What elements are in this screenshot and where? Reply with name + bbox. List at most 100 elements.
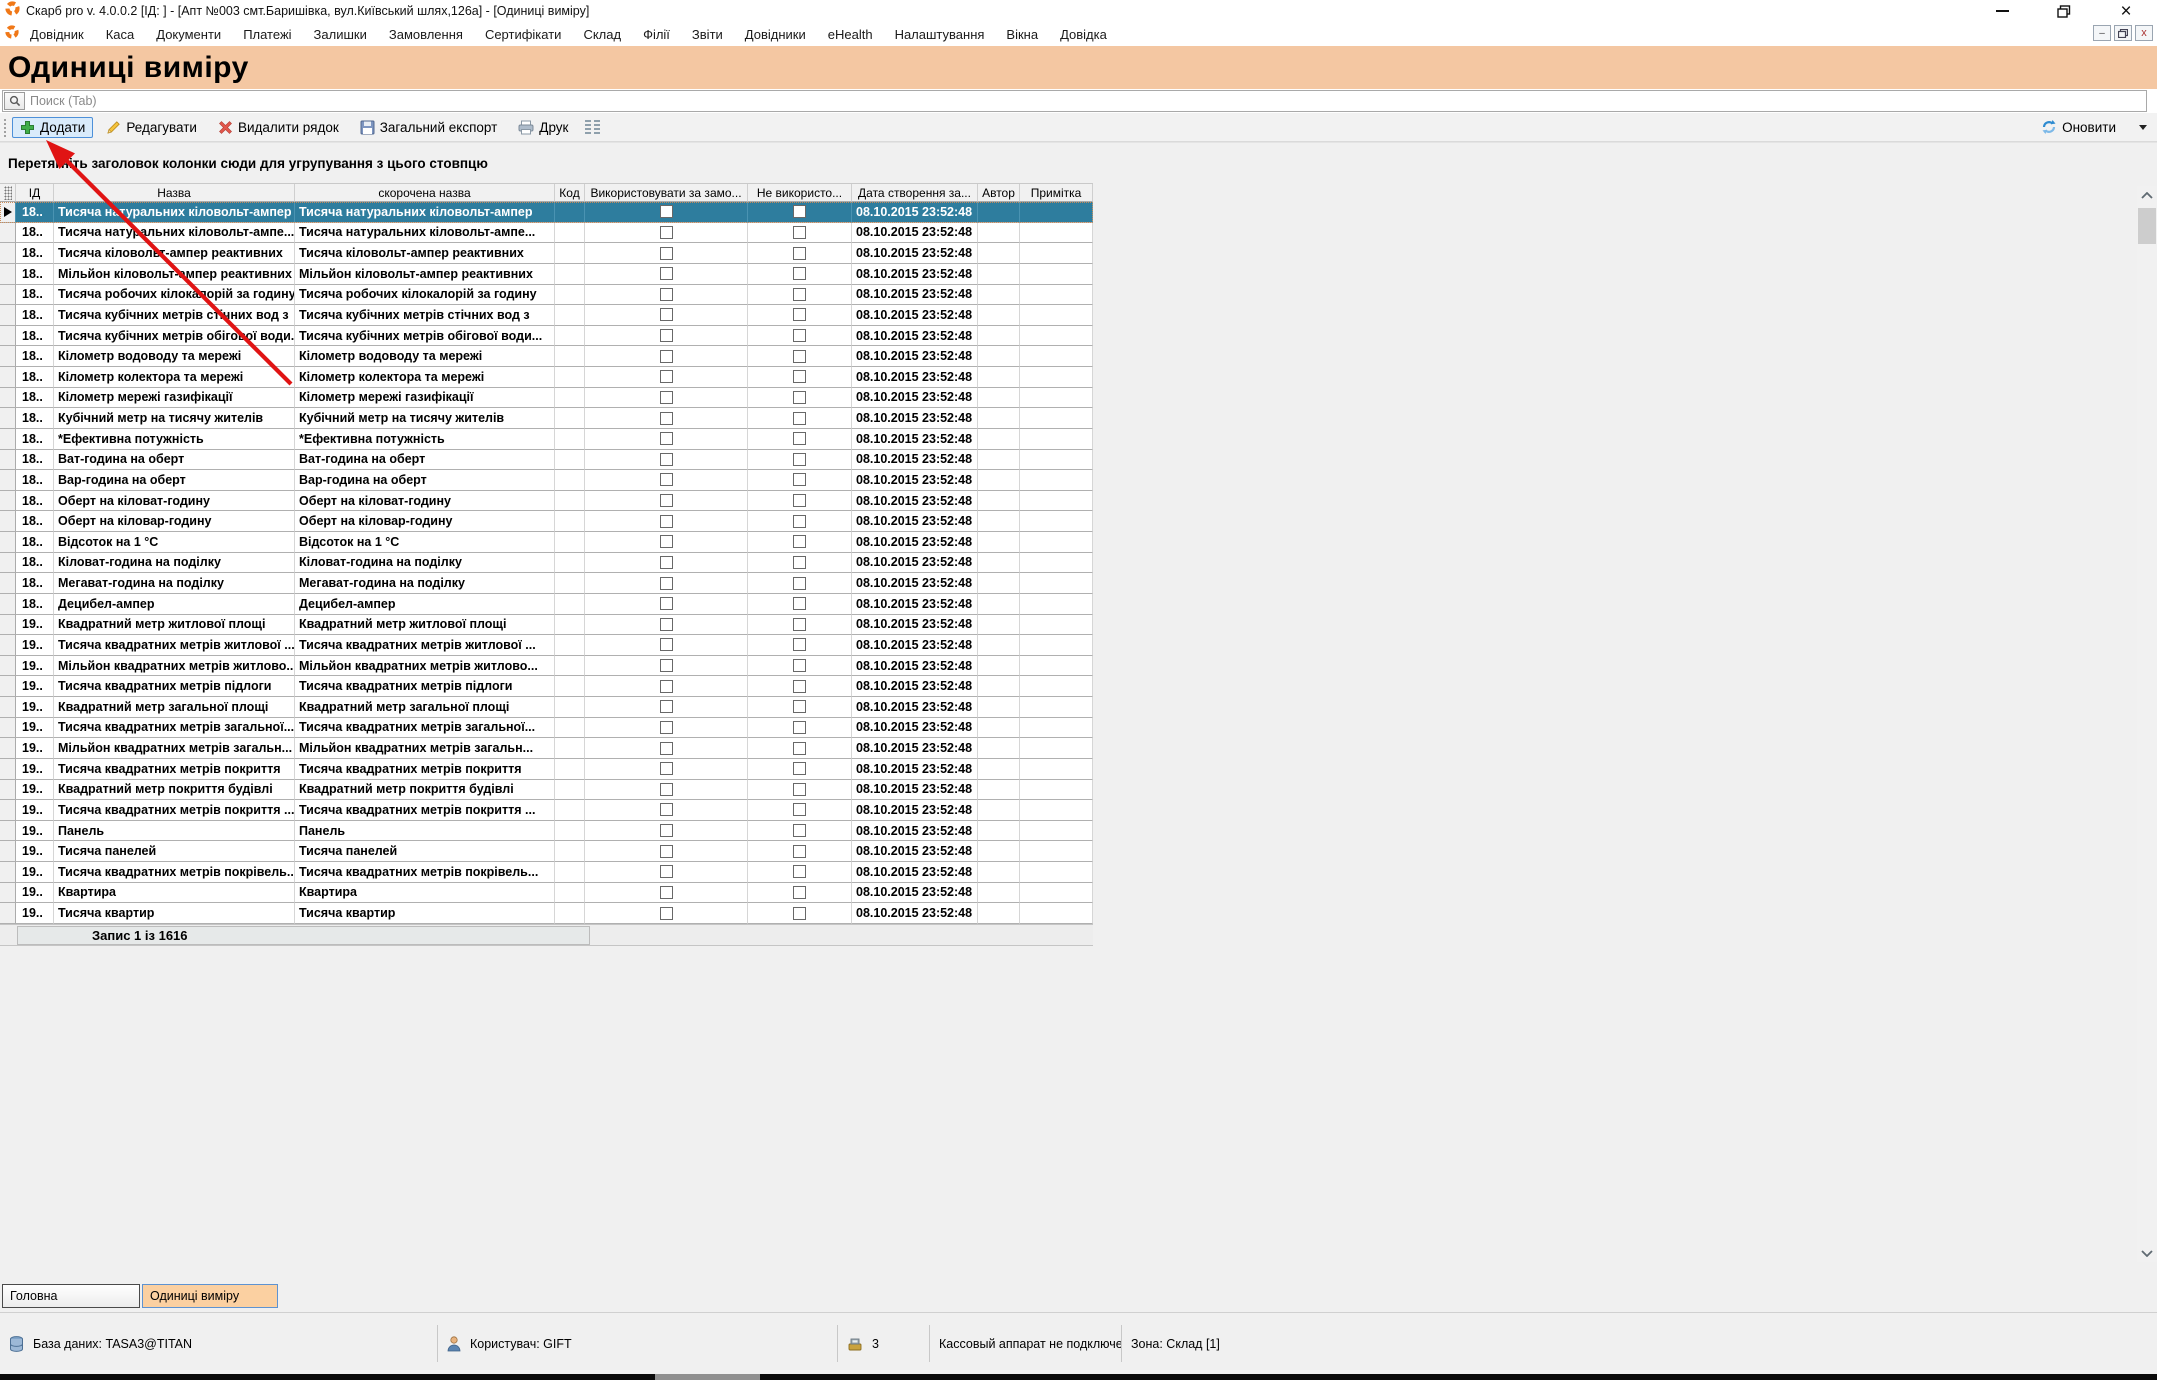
column-header-created[interactable]: Дата створення за... bbox=[852, 184, 978, 202]
table-row[interactable]: 18..Ват-година на обертВат-година на обе… bbox=[0, 450, 1093, 471]
toolbar-overflow-icon[interactable] bbox=[2139, 125, 2147, 130]
not-used-checkbox[interactable] bbox=[793, 494, 806, 507]
add-button[interactable]: Додати bbox=[12, 117, 93, 138]
menu-item-sklad[interactable]: Склад bbox=[572, 27, 632, 42]
table-row[interactable]: 18..Тисяча кіловольт-ампер реактивнихТис… bbox=[0, 243, 1093, 264]
table-row[interactable]: 19..Тисяча квадратних метрів загальної..… bbox=[0, 718, 1093, 739]
menu-item-zalyshky[interactable]: Залишки bbox=[303, 27, 378, 42]
use-default-checkbox[interactable] bbox=[660, 659, 673, 672]
use-default-checkbox[interactable] bbox=[660, 350, 673, 363]
column-header-code[interactable]: Код bbox=[555, 184, 585, 202]
use-default-checkbox[interactable] bbox=[660, 597, 673, 610]
column-header-id[interactable]: ІД bbox=[16, 184, 54, 202]
table-row[interactable]: 19..Квадратний метр житлової площіКвадра… bbox=[0, 615, 1093, 636]
use-default-checkbox[interactable] bbox=[660, 577, 673, 590]
use-default-checkbox[interactable] bbox=[660, 742, 673, 755]
table-row[interactable]: 18..Тисяча натуральних кіловольт-амперТи… bbox=[0, 202, 1093, 223]
not-used-checkbox[interactable] bbox=[793, 721, 806, 734]
use-default-checkbox[interactable] bbox=[660, 535, 673, 548]
refresh-button[interactable]: Оновити bbox=[2033, 116, 2124, 138]
table-row[interactable]: 18..Відсоток на 1 °CВідсоток на 1 °C08.1… bbox=[0, 532, 1093, 553]
not-used-checkbox[interactable] bbox=[793, 742, 806, 755]
table-row[interactable]: 18..Оберт на кіловар-годинуОберт на кіло… bbox=[0, 511, 1093, 532]
use-default-checkbox[interactable] bbox=[660, 226, 673, 239]
table-row[interactable]: 19..Тисяча квартирТисяча квартир08.10.20… bbox=[0, 903, 1093, 924]
menu-item-sertyfikaty[interactable]: Сертифікати bbox=[474, 27, 573, 42]
table-row[interactable]: 18..Тисяча кубічних метрів обігової води… bbox=[0, 326, 1093, 347]
menu-item-zvity[interactable]: Звіти bbox=[681, 27, 734, 42]
menu-item-dovidnyk[interactable]: Довідник bbox=[19, 27, 95, 42]
use-default-checkbox[interactable] bbox=[660, 824, 673, 837]
mdi-close-button[interactable]: x bbox=[2135, 25, 2153, 41]
table-row[interactable]: 19..КвартираКвартира08.10.2015 23:52:48 bbox=[0, 883, 1093, 904]
not-used-checkbox[interactable] bbox=[793, 535, 806, 548]
not-used-checkbox[interactable] bbox=[793, 556, 806, 569]
search-input[interactable]: Поиск (Tab) bbox=[2, 90, 2147, 112]
not-used-checkbox[interactable] bbox=[793, 329, 806, 342]
not-used-checkbox[interactable] bbox=[793, 577, 806, 590]
not-used-checkbox[interactable] bbox=[793, 865, 806, 878]
not-used-checkbox[interactable] bbox=[793, 886, 806, 899]
not-used-checkbox[interactable] bbox=[793, 412, 806, 425]
not-used-checkbox[interactable] bbox=[793, 226, 806, 239]
not-used-checkbox[interactable] bbox=[793, 391, 806, 404]
not-used-checkbox[interactable] bbox=[793, 350, 806, 363]
scroll-down-icon[interactable] bbox=[2137, 1244, 2157, 1262]
table-row[interactable]: 19..Тисяча квадратних метрів підлогиТися… bbox=[0, 676, 1093, 697]
table-row[interactable]: 18..Тисяча натуральних кіловольт-ампе...… bbox=[0, 223, 1093, 244]
use-default-checkbox[interactable] bbox=[660, 247, 673, 260]
use-default-checkbox[interactable] bbox=[660, 412, 673, 425]
table-row[interactable]: 18..Тисяча робочих кілокалорій за годину… bbox=[0, 285, 1093, 306]
table-row[interactable]: 18..Кіловат-година на поділкуКіловат-год… bbox=[0, 553, 1093, 574]
restore-button[interactable] bbox=[2033, 0, 2095, 22]
table-row[interactable]: 18..Кілометр колектора та мережіКілометр… bbox=[0, 367, 1093, 388]
not-used-checkbox[interactable] bbox=[793, 783, 806, 796]
not-used-checkbox[interactable] bbox=[793, 597, 806, 610]
not-used-checkbox[interactable] bbox=[793, 205, 806, 218]
edit-button[interactable]: Редагувати bbox=[98, 117, 205, 138]
not-used-checkbox[interactable] bbox=[793, 453, 806, 466]
table-row[interactable]: 19..Мільйон квадратних метрів загальн...… bbox=[0, 738, 1093, 759]
use-default-checkbox[interactable] bbox=[660, 494, 673, 507]
table-row[interactable]: 19..Тисяча квадратних метрів житлової ..… bbox=[0, 635, 1093, 656]
menu-item-zamovlennia[interactable]: Замовлення bbox=[378, 27, 474, 42]
menu-item-platezhi[interactable]: Платежі bbox=[232, 27, 302, 42]
not-used-checkbox[interactable] bbox=[793, 824, 806, 837]
not-used-checkbox[interactable] bbox=[793, 700, 806, 713]
tab-odynytsi-vymiru[interactable]: Одиниці виміру bbox=[142, 1284, 278, 1308]
group-by-panel[interactable]: Перетягніть заголовок колонки сюди для у… bbox=[0, 142, 2157, 183]
use-default-checkbox[interactable] bbox=[660, 783, 673, 796]
table-row[interactable]: 18..*Ефективна потужність*Ефективна поту… bbox=[0, 429, 1093, 450]
not-used-checkbox[interactable] bbox=[793, 907, 806, 920]
export-button[interactable]: Загальний експорт bbox=[352, 117, 506, 138]
column-header-name[interactable]: Назва bbox=[54, 184, 295, 202]
table-row[interactable]: 18..Мільйон кіловольт-ампер реактивнихМі… bbox=[0, 264, 1093, 285]
column-header-author[interactable]: Автор bbox=[978, 184, 1020, 202]
column-header-note[interactable]: Примітка bbox=[1020, 184, 1093, 202]
menu-item-ehealth[interactable]: eHealth bbox=[817, 27, 884, 42]
use-default-checkbox[interactable] bbox=[660, 618, 673, 631]
not-used-checkbox[interactable] bbox=[793, 267, 806, 280]
use-default-checkbox[interactable] bbox=[660, 803, 673, 816]
not-used-checkbox[interactable] bbox=[793, 762, 806, 775]
print-button[interactable]: Друк bbox=[510, 117, 576, 138]
use-default-checkbox[interactable] bbox=[660, 453, 673, 466]
use-default-checkbox[interactable] bbox=[660, 205, 673, 218]
use-default-checkbox[interactable] bbox=[660, 473, 673, 486]
use-default-checkbox[interactable] bbox=[660, 762, 673, 775]
column-chooser-icon[interactable] bbox=[585, 120, 600, 134]
minimize-button[interactable] bbox=[1971, 0, 2033, 22]
use-default-checkbox[interactable] bbox=[660, 886, 673, 899]
not-used-checkbox[interactable] bbox=[793, 288, 806, 301]
not-used-checkbox[interactable] bbox=[793, 515, 806, 528]
search-icon[interactable] bbox=[4, 92, 25, 110]
not-used-checkbox[interactable] bbox=[793, 370, 806, 383]
table-row[interactable]: 19..ПанельПанель08.10.2015 23:52:48 bbox=[0, 821, 1093, 842]
use-default-checkbox[interactable] bbox=[660, 680, 673, 693]
menu-item-filii[interactable]: Філії bbox=[632, 27, 681, 42]
use-default-checkbox[interactable] bbox=[660, 432, 673, 445]
not-used-checkbox[interactable] bbox=[793, 659, 806, 672]
not-used-checkbox[interactable] bbox=[793, 473, 806, 486]
table-row[interactable]: 18..Вар-година на обертВар-година на обе… bbox=[0, 470, 1093, 491]
table-row[interactable]: 19..Тисяча квадратних метрів покриття ..… bbox=[0, 800, 1093, 821]
